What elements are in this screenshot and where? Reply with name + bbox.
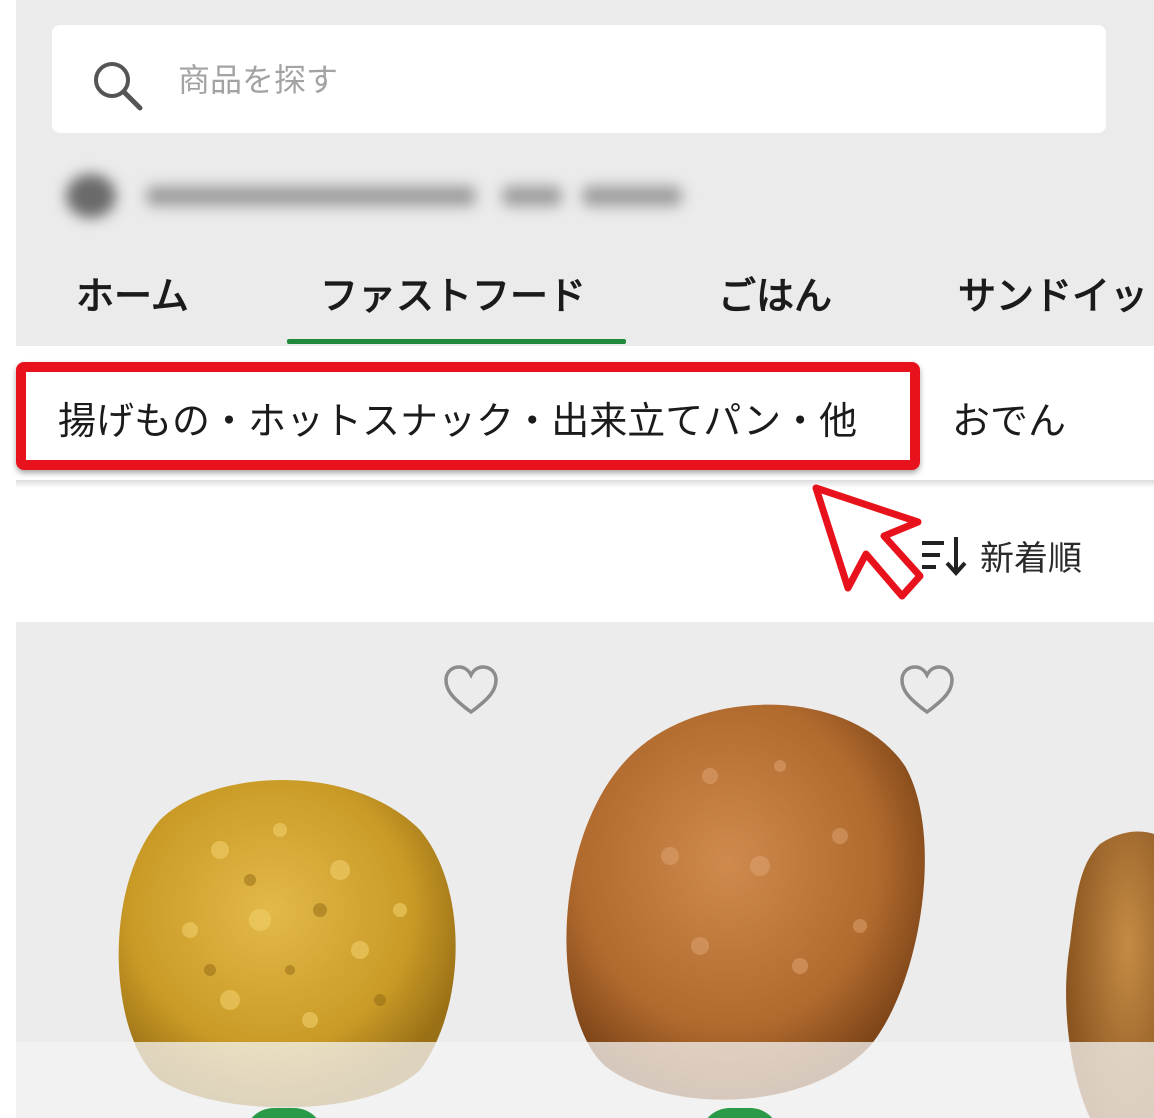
tab-home[interactable]: ホーム	[76, 265, 189, 318]
app-screen: ホーム ファストフード ごはん サンドイッ 揚げもの・ホットスナック・出来立てパ…	[0, 0, 1154, 1118]
store-location-redacted	[62, 166, 702, 222]
sort-icon	[922, 537, 967, 576]
subcategory-shadow	[16, 480, 1154, 488]
subcategory-fried-hot-snacks[interactable]: 揚げもの・ホットスナック・出来立てパン・他	[58, 390, 857, 445]
favorite-heart-icon[interactable]	[442, 664, 500, 716]
subcategory-oden[interactable]: おでん	[952, 390, 1066, 445]
search-input[interactable]	[178, 52, 1058, 108]
sort-label: 新着順	[980, 538, 1082, 579]
tab-sandwich[interactable]: サンドイッ	[958, 265, 1148, 318]
sort-button[interactable]: 新着順	[918, 530, 1082, 580]
search-icon	[94, 62, 143, 111]
tab-fast-food[interactable]: ファストフード	[320, 265, 586, 318]
bottom-overlay	[16, 1042, 1154, 1118]
active-tab-indicator	[287, 339, 626, 344]
tab-rice[interactable]: ごはん	[718, 265, 832, 318]
